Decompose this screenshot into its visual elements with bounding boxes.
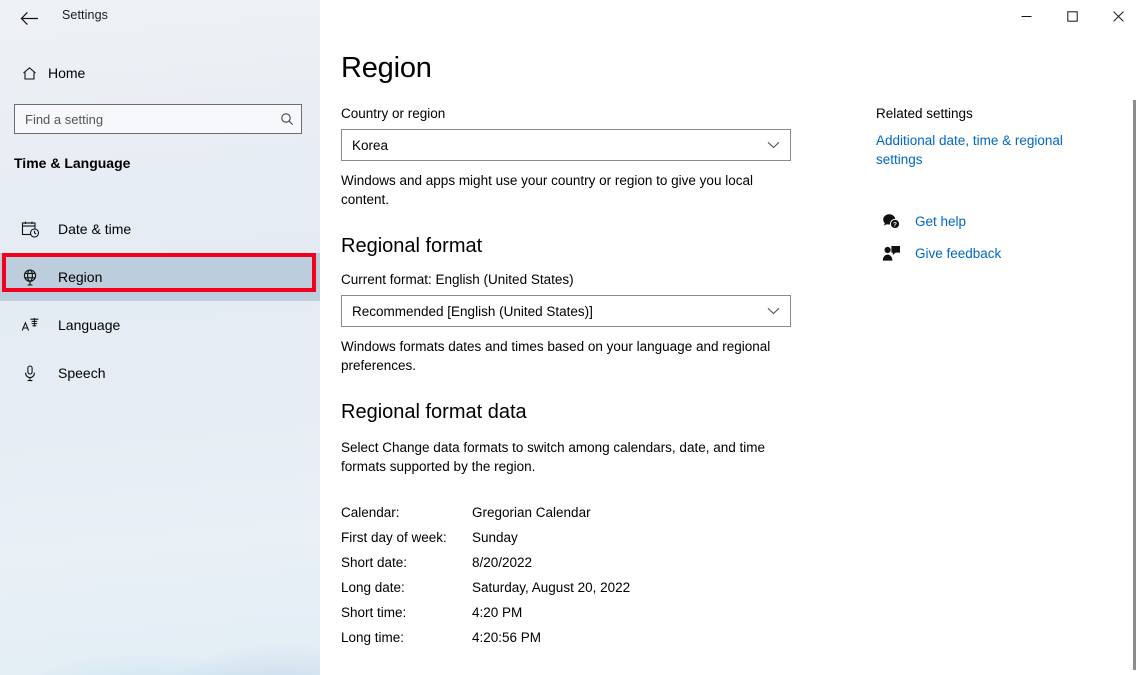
globe-icon xyxy=(14,268,46,287)
home-icon xyxy=(12,65,46,82)
microphone-icon xyxy=(14,364,46,383)
row-key: First day of week: xyxy=(341,530,472,545)
svg-text:?: ? xyxy=(893,221,897,228)
row-value: Saturday, August 20, 2022 xyxy=(472,580,630,595)
help-bubble-icon: ? xyxy=(876,213,906,230)
title-bar: Settings xyxy=(0,0,1141,36)
row-value: 8/20/2022 xyxy=(472,555,532,570)
settings-column: Country or region Korea Windows and apps… xyxy=(341,106,811,650)
row-value: Gregorian Calendar xyxy=(472,505,591,520)
sidebar-item-date-time[interactable]: Date & time xyxy=(0,205,320,253)
country-label: Country or region xyxy=(341,106,811,121)
chevron-down-icon xyxy=(767,136,780,154)
sidebar-item-speech[interactable]: Speech xyxy=(0,349,320,397)
window-controls xyxy=(1003,0,1141,32)
country-dropdown[interactable]: Korea xyxy=(341,129,791,161)
spacer xyxy=(876,169,1106,203)
row-key: Short date: xyxy=(341,555,472,570)
row-value: 4:20:56 PM xyxy=(472,630,541,645)
related-settings-panel: Related settings Additional date, time &… xyxy=(876,106,1106,267)
get-help-label: Get help xyxy=(915,214,966,229)
sidebar: Home Time & Language xyxy=(0,0,320,675)
give-feedback-label: Give feedback xyxy=(915,246,1001,261)
current-format-text: Current format: English (United States) xyxy=(341,272,811,287)
get-help-action[interactable]: ? Get help xyxy=(876,207,1106,235)
back-button[interactable] xyxy=(12,4,46,32)
table-row: Short date: 8/20/2022 xyxy=(341,550,811,575)
window-title: Settings xyxy=(62,8,108,22)
format-data-heading: Regional format data xyxy=(341,401,811,424)
page-title: Region xyxy=(341,52,432,85)
additional-settings-link[interactable]: Additional date, time & regional setting… xyxy=(876,131,1081,169)
feedback-person-icon xyxy=(876,245,906,262)
close-button[interactable] xyxy=(1095,0,1141,32)
sidebar-item-language[interactable]: Language xyxy=(0,301,320,349)
sidebar-item-label: Language xyxy=(58,317,120,333)
row-key: Long date: xyxy=(341,580,472,595)
content-area: Region Country or region Korea Windows a… xyxy=(320,36,1141,675)
vertical-scrollbar[interactable] xyxy=(1133,100,1136,670)
maximize-button[interactable] xyxy=(1049,0,1095,32)
regional-format-value: Recommended [English (United States)] xyxy=(352,304,767,319)
give-feedback-action[interactable]: Give feedback xyxy=(876,239,1106,267)
calendar-clock-icon xyxy=(14,220,46,239)
minimize-button[interactable] xyxy=(1003,0,1049,32)
table-row: Calendar: Gregorian Calendar xyxy=(341,500,811,525)
sidebar-item-label: Date & time xyxy=(58,221,131,237)
row-value: Sunday xyxy=(472,530,518,545)
row-key: Long time: xyxy=(341,630,472,645)
regional-format-dropdown[interactable]: Recommended [English (United States)] xyxy=(341,295,791,327)
search-input[interactable] xyxy=(15,112,273,127)
format-data-hint: Select Change data formats to switch amo… xyxy=(341,438,793,476)
sidebar-item-label: Speech xyxy=(58,365,105,381)
related-settings-heading: Related settings xyxy=(876,106,1106,121)
row-key: Calendar: xyxy=(341,505,472,520)
regional-format-heading: Regional format xyxy=(341,235,811,258)
row-key: Short time: xyxy=(341,605,472,620)
language-icon xyxy=(14,316,46,335)
country-hint: Windows and apps might use your country … xyxy=(341,171,793,209)
search-box[interactable] xyxy=(14,104,302,134)
sidebar-item-label: Region xyxy=(58,269,102,285)
sidebar-item-home[interactable]: Home xyxy=(12,58,308,88)
regional-format-hint: Windows formats dates and times based on… xyxy=(341,337,793,375)
table-row: First day of week: Sunday xyxy=(341,525,811,550)
sidebar-group-label: Time & Language xyxy=(14,155,130,171)
sidebar-nav: Date & time Region xyxy=(0,205,320,397)
row-value: 4:20 PM xyxy=(472,605,522,620)
format-data-table: Calendar: Gregorian Calendar First day o… xyxy=(341,500,811,650)
sidebar-item-region[interactable]: Region xyxy=(0,253,320,301)
table-row: Short time: 4:20 PM xyxy=(341,600,811,625)
chevron-down-icon xyxy=(767,302,780,320)
search-icon xyxy=(273,112,301,126)
country-value: Korea xyxy=(352,138,767,153)
settings-window: Home Time & Language xyxy=(0,0,1141,675)
table-row: Long date: Saturday, August 20, 2022 xyxy=(341,575,811,600)
sidebar-home-label: Home xyxy=(48,65,85,81)
table-row: Long time: 4:20:56 PM xyxy=(341,625,811,650)
